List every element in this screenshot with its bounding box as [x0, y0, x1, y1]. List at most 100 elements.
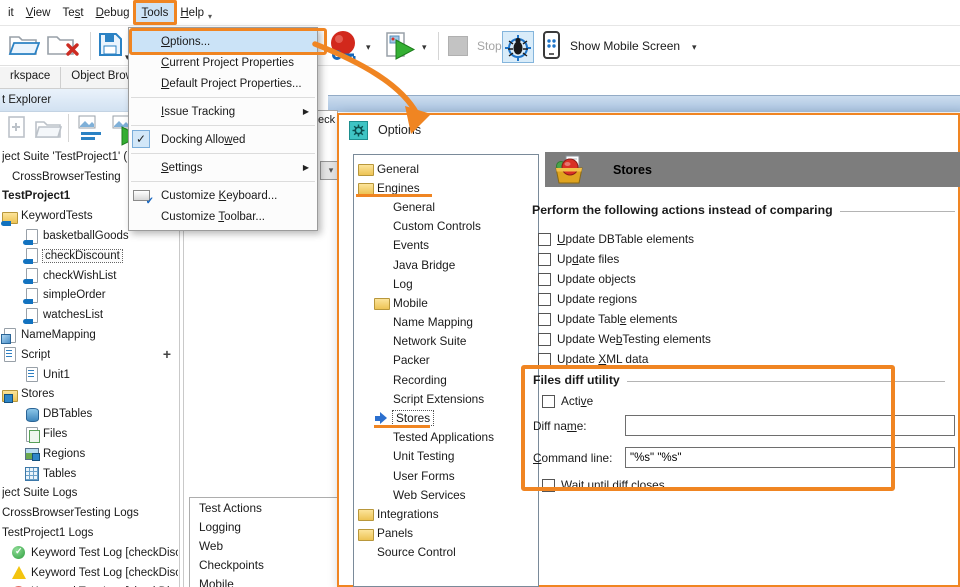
project-tree-item[interactable]: Keyword Test Log [checkDiscour: [0, 583, 178, 587]
options-tree-item[interactable]: Unit Testing: [354, 447, 538, 466]
checkbox[interactable]: [538, 293, 551, 306]
tree-item-icon: [24, 407, 40, 422]
menubar-item[interactable]: View ▾: [20, 0, 57, 25]
debug-bug-icon[interactable]: [502, 31, 534, 63]
options-tree-item[interactable]: Engines: [354, 178, 538, 197]
options-tree-item[interactable]: Custom Controls: [354, 217, 538, 236]
project-tree-item[interactable]: Unit1: [0, 365, 178, 385]
diff-name-input[interactable]: [625, 415, 955, 436]
options-tree-item[interactable]: Events: [354, 236, 538, 255]
options-tree-item[interactable]: Integrations: [354, 504, 538, 523]
project-tree-item[interactable]: NameMapping: [0, 325, 178, 345]
tree-item-label: Tested Applications: [393, 430, 494, 444]
stores-action-checkbox-row[interactable]: Update XML data: [538, 349, 711, 369]
checkbox[interactable]: [538, 253, 551, 266]
operations-list-item[interactable]: Checkpoints: [190, 555, 337, 574]
tools-menu-item[interactable]: Customize Toolbar... ▶: [129, 206, 317, 227]
options-tree-item[interactable]: Source Control: [354, 543, 538, 562]
menubar-item[interactable]: Tools ▾: [136, 0, 175, 25]
project-tree-item[interactable]: DBTables: [0, 404, 178, 424]
stores-action-checkbox-row[interactable]: Update files: [538, 249, 711, 269]
menubar-item[interactable]: Debug ▾: [90, 0, 136, 25]
tools-menu-item[interactable]: Current Project Properties ▶: [129, 52, 317, 73]
tree-item-label: Panels: [377, 526, 413, 540]
options-tree-item[interactable]: Script Extensions: [354, 389, 538, 408]
project-tree-item[interactable]: Keyword Test Log [checkDiscour: [0, 563, 178, 583]
stores-action-checkbox-row[interactable]: Update DBTable elements: [538, 229, 711, 249]
menu-separator: [131, 181, 315, 182]
open-folder-icon[interactable]: [8, 31, 40, 59]
stores-action-checkbox-row[interactable]: Update objects: [538, 269, 711, 289]
tree-item-label: Integrations: [377, 507, 439, 521]
operations-list-item[interactable]: Mobile: [190, 574, 337, 587]
operations-list-item[interactable]: Logging: [190, 517, 337, 536]
options-tree-item[interactable]: Stores: [354, 408, 538, 427]
tools-menu-item[interactable]: Customize Keyboard... ▶: [129, 185, 317, 206]
project-tree-item[interactable]: Regions: [0, 444, 178, 464]
checkbox[interactable]: [538, 313, 551, 326]
options-tree-item[interactable]: Packer: [354, 351, 538, 370]
record-icon[interactable]: [328, 30, 360, 62]
run-dropdown-arrow-icon[interactable]: ▾: [422, 42, 427, 53]
add-project-item-icon[interactable]: [76, 114, 106, 149]
options-dialog-titlebar[interactable]: Options: [339, 115, 958, 145]
checkbox-label: Update regions: [557, 292, 637, 306]
options-tree-item[interactable]: Network Suite: [354, 332, 538, 351]
tools-menu-item[interactable]: Options... ▶: [129, 31, 317, 52]
project-tree-item[interactable]: Tables: [0, 464, 178, 484]
project-tree-item[interactable]: watchesList: [0, 305, 178, 325]
operations-list-item[interactable]: Test Actions: [190, 498, 337, 517]
wait-checkbox[interactable]: [542, 479, 555, 492]
project-tree-item[interactable]: Script: [0, 345, 178, 365]
options-tree-item[interactable]: Tested Applications: [354, 428, 538, 447]
stores-action-checkbox-row[interactable]: Update regions: [538, 289, 711, 309]
project-tree-item[interactable]: checkWishList: [0, 266, 178, 286]
project-tree-item[interactable]: simpleOrder: [0, 286, 178, 306]
active-checkbox-row[interactable]: Active: [542, 391, 593, 411]
tools-menu-item[interactable]: Issue Tracking ▶: [129, 101, 317, 122]
tree-item-label: User Forms: [393, 469, 455, 483]
options-tree-item[interactable]: Name Mapping: [354, 313, 538, 332]
checkbox[interactable]: [538, 233, 551, 246]
project-tree-item[interactable]: ject Suite Logs: [0, 484, 178, 504]
options-tree-item[interactable]: Java Bridge: [354, 255, 538, 274]
menubar-item[interactable]: it ▾: [2, 0, 20, 25]
checkbox[interactable]: [538, 273, 551, 286]
close-folder-icon[interactable]: [46, 31, 82, 59]
active-checkbox[interactable]: [542, 395, 555, 408]
options-tree-item[interactable]: Mobile: [354, 293, 538, 312]
mobile-screen-icon[interactable]: [542, 31, 562, 61]
project-tree-item[interactable]: Keyword Test Log [checkDiscour: [0, 543, 178, 563]
options-tree-item[interactable]: General: [354, 197, 538, 216]
stores-action-checkbox-row[interactable]: Update WebTesting elements: [538, 329, 711, 349]
project-tree-item[interactable]: TestProject1 Logs: [0, 523, 178, 543]
command-line-input[interactable]: [625, 447, 955, 468]
options-tree-item[interactable]: Panels: [354, 524, 538, 543]
checkbox[interactable]: [538, 353, 551, 366]
tools-menu-item[interactable]: Docking Allowed ▶: [129, 129, 317, 150]
stores-action-checkbox-row[interactable]: Update Table elements: [538, 309, 711, 329]
options-tree-item[interactable]: User Forms: [354, 466, 538, 485]
options-tree-item[interactable]: General: [354, 159, 538, 178]
show-mobile-screen-label[interactable]: Show Mobile Screen: [570, 39, 680, 53]
project-tree-item[interactable]: Files: [0, 424, 178, 444]
project-tree-item[interactable]: checkDiscount: [0, 246, 178, 266]
menubar-item[interactable]: Test ▾: [56, 0, 89, 25]
menubar-item[interactable]: Help ▾: [174, 0, 218, 25]
options-tree-item[interactable]: Web Services: [354, 485, 538, 504]
tools-menu-item[interactable]: Settings ▶: [129, 157, 317, 178]
checkbox[interactable]: [538, 333, 551, 346]
operations-list-item[interactable]: Web: [190, 536, 337, 555]
record-dropdown-arrow-icon[interactable]: ▾: [366, 42, 371, 53]
tools-menu-item[interactable]: Default Project Properties... ▶: [129, 73, 317, 94]
project-tree-item[interactable]: Stores: [0, 385, 178, 405]
save-icon[interactable]: [97, 31, 124, 58]
checkbox-label: Update objects: [557, 272, 636, 286]
run-test-icon[interactable]: [386, 31, 416, 61]
show-mobile-dropdown-arrow-icon[interactable]: ▾: [692, 42, 697, 53]
workspace-tab[interactable]: rkspace: [0, 67, 61, 88]
wait-checkbox-row[interactable]: Wait until diff closes: [542, 475, 665, 495]
options-tree-item[interactable]: Recording: [354, 370, 538, 389]
project-tree-item[interactable]: CrossBrowserTesting Logs: [0, 503, 178, 523]
options-tree-item[interactable]: Log: [354, 274, 538, 293]
